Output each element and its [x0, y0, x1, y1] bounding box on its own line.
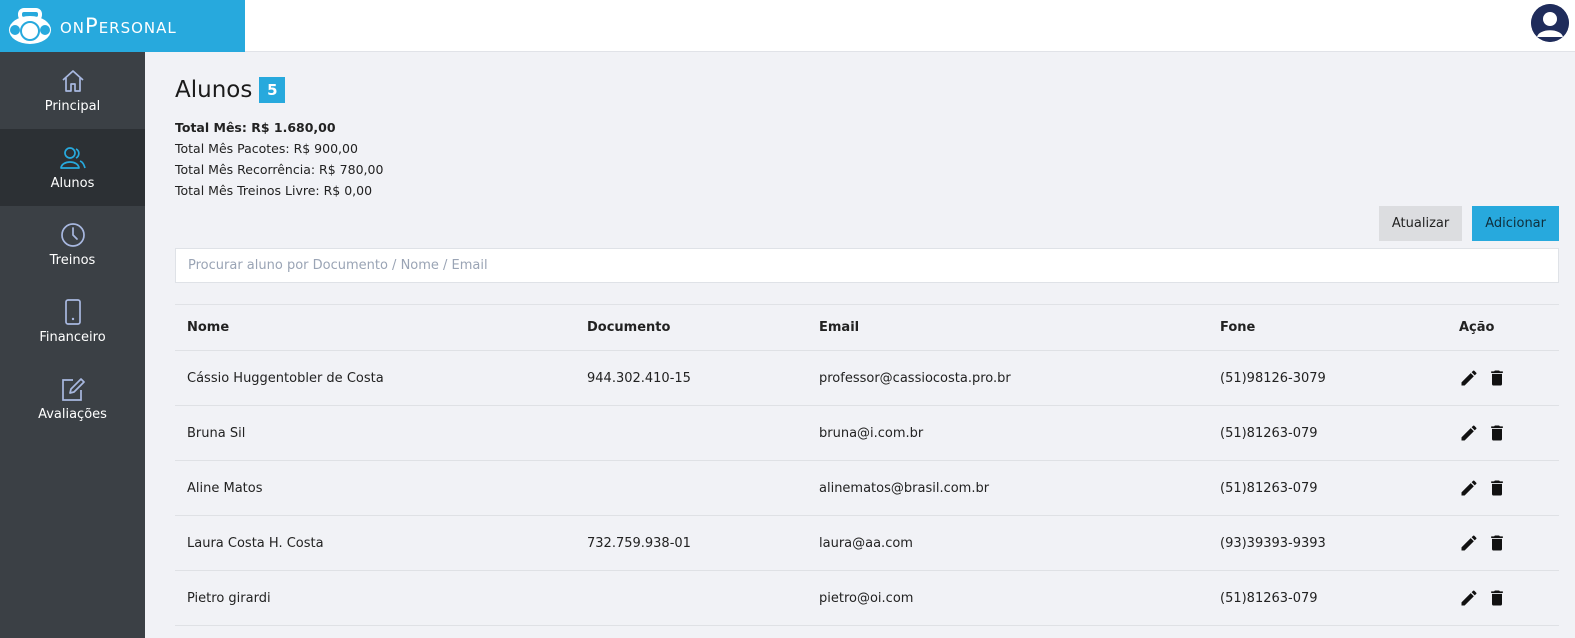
cell-fone: (51)81263-079: [1220, 480, 1318, 496]
trash-icon[interactable]: [1487, 478, 1507, 498]
total-month: Total Mês: R$ 1.680,00: [175, 120, 336, 135]
sidebar-item-label: Alunos: [50, 176, 95, 191]
add-button[interactable]: Adicionar: [1472, 206, 1559, 241]
title-row: Alunos 5: [175, 76, 1559, 104]
count-badge: 5: [259, 77, 286, 103]
table-row[interactable]: Bruna Sil bruna@i.com.br (51)81263-079: [175, 406, 1559, 461]
trash-icon[interactable]: [1487, 533, 1507, 553]
column-header-nome[interactable]: Nome: [175, 320, 587, 335]
pencil-icon[interactable]: [1459, 478, 1479, 498]
table-row[interactable]: Cássio Huggentobler de Costa 944.302.410…: [175, 351, 1559, 406]
refresh-button[interactable]: Atualizar: [1378, 206, 1463, 241]
trash-icon[interactable]: [1487, 423, 1507, 443]
totals-summary: Total Mês: R$ 1.680,00 Total Mês Pacotes…: [175, 117, 1559, 201]
cell-nome: Aline Matos: [187, 480, 263, 496]
brand-name: onPersonal: [60, 14, 177, 38]
cell-acao: [1459, 478, 1559, 498]
sidebar-item-avaliacoes[interactable]: Avaliações: [0, 360, 145, 437]
page-title: Alunos: [175, 77, 253, 103]
cell-acao: [1459, 368, 1559, 388]
cell-acao: [1459, 588, 1559, 608]
pencil-icon[interactable]: [1459, 533, 1479, 553]
user-avatar[interactable]: [1531, 4, 1569, 42]
cell-nome: Bruna Sil: [187, 425, 246, 441]
sidebar-item-label: Principal: [44, 99, 101, 114]
cell-nome: Cássio Huggentobler de Costa: [187, 370, 384, 386]
cell-acao: [1459, 533, 1559, 553]
kettlebell-icon: [9, 8, 51, 44]
total-free-training: Total Mês Treinos Livre: R$ 0,00: [175, 183, 373, 198]
students-table: Nome Documento Email Fone Ação Cássio Hu…: [175, 304, 1559, 626]
sidebar-item-label: Avaliações: [38, 407, 107, 422]
main-content: Alunos 5 Total Mês: R$ 1.680,00 Total Mê…: [175, 52, 1559, 626]
column-header-fone[interactable]: Fone: [1220, 320, 1459, 335]
sidebar-item-label: Financeiro: [39, 330, 106, 345]
table-row[interactable]: Laura Costa H. Costa 732.759.938-01 laur…: [175, 516, 1559, 571]
total-recurring: Total Mês Recorrência: R$ 780,00: [175, 162, 384, 177]
cell-nome: Pietro girardi: [187, 590, 271, 606]
action-buttons: Atualizar Adicionar: [1378, 206, 1559, 241]
edit-icon: [61, 378, 85, 401]
sidebar-item-principal[interactable]: Principal: [0, 52, 145, 129]
top-bar: onPersonal: [0, 0, 1575, 52]
cell-nome: Laura Costa H. Costa: [187, 535, 324, 551]
pencil-icon[interactable]: [1459, 588, 1479, 608]
cell-email: bruna@i.com.br: [819, 425, 924, 441]
cell-fone: (51)98126-3079: [1220, 370, 1326, 386]
trash-icon[interactable]: [1487, 588, 1507, 608]
user-icon: [1531, 4, 1569, 42]
sidebar: Principal Alunos Treinos Financeiro Aval…: [0, 52, 145, 638]
tablet-icon: [64, 299, 81, 325]
column-header-email[interactable]: Email: [819, 320, 1220, 335]
column-header-acao: Ação: [1459, 320, 1495, 335]
table-row[interactable]: Aline Matos alinematos@brasil.com.br (51…: [175, 461, 1559, 516]
cell-email: pietro@oi.com: [819, 590, 914, 606]
cell-fone: (51)81263-079: [1220, 590, 1318, 606]
clock-icon: [60, 223, 85, 247]
home-icon: [61, 70, 84, 92]
brand-logo[interactable]: onPersonal: [0, 0, 245, 52]
table-header: Nome Documento Email Fone Ação: [175, 305, 1559, 351]
sidebar-item-label: Treinos: [49, 253, 96, 268]
cell-email: alinematos@brasil.com.br: [819, 480, 990, 496]
table-row[interactable]: Pietro girardi pietro@oi.com (51)81263-0…: [175, 571, 1559, 626]
pencil-icon[interactable]: [1459, 423, 1479, 443]
sidebar-item-alunos[interactable]: Alunos: [0, 129, 145, 206]
users-icon: [59, 147, 86, 169]
pencil-icon[interactable]: [1459, 368, 1479, 388]
search-input[interactable]: [175, 248, 1559, 283]
cell-acao: [1459, 423, 1559, 443]
column-header-documento[interactable]: Documento: [587, 320, 819, 335]
cell-documento: 944.302.410-15: [587, 370, 691, 386]
sidebar-item-financeiro[interactable]: Financeiro: [0, 283, 145, 360]
sidebar-item-treinos[interactable]: Treinos: [0, 206, 145, 283]
cell-fone: (51)81263-079: [1220, 425, 1318, 441]
trash-icon[interactable]: [1487, 368, 1507, 388]
total-packages: Total Mês Pacotes: R$ 900,00: [175, 141, 358, 156]
cell-fone: (93)39393-9393: [1220, 535, 1326, 551]
cell-email: professor@cassiocosta.pro.br: [819, 370, 1011, 386]
cell-email: laura@aa.com: [819, 535, 913, 551]
cell-documento: 732.759.938-01: [587, 535, 691, 551]
